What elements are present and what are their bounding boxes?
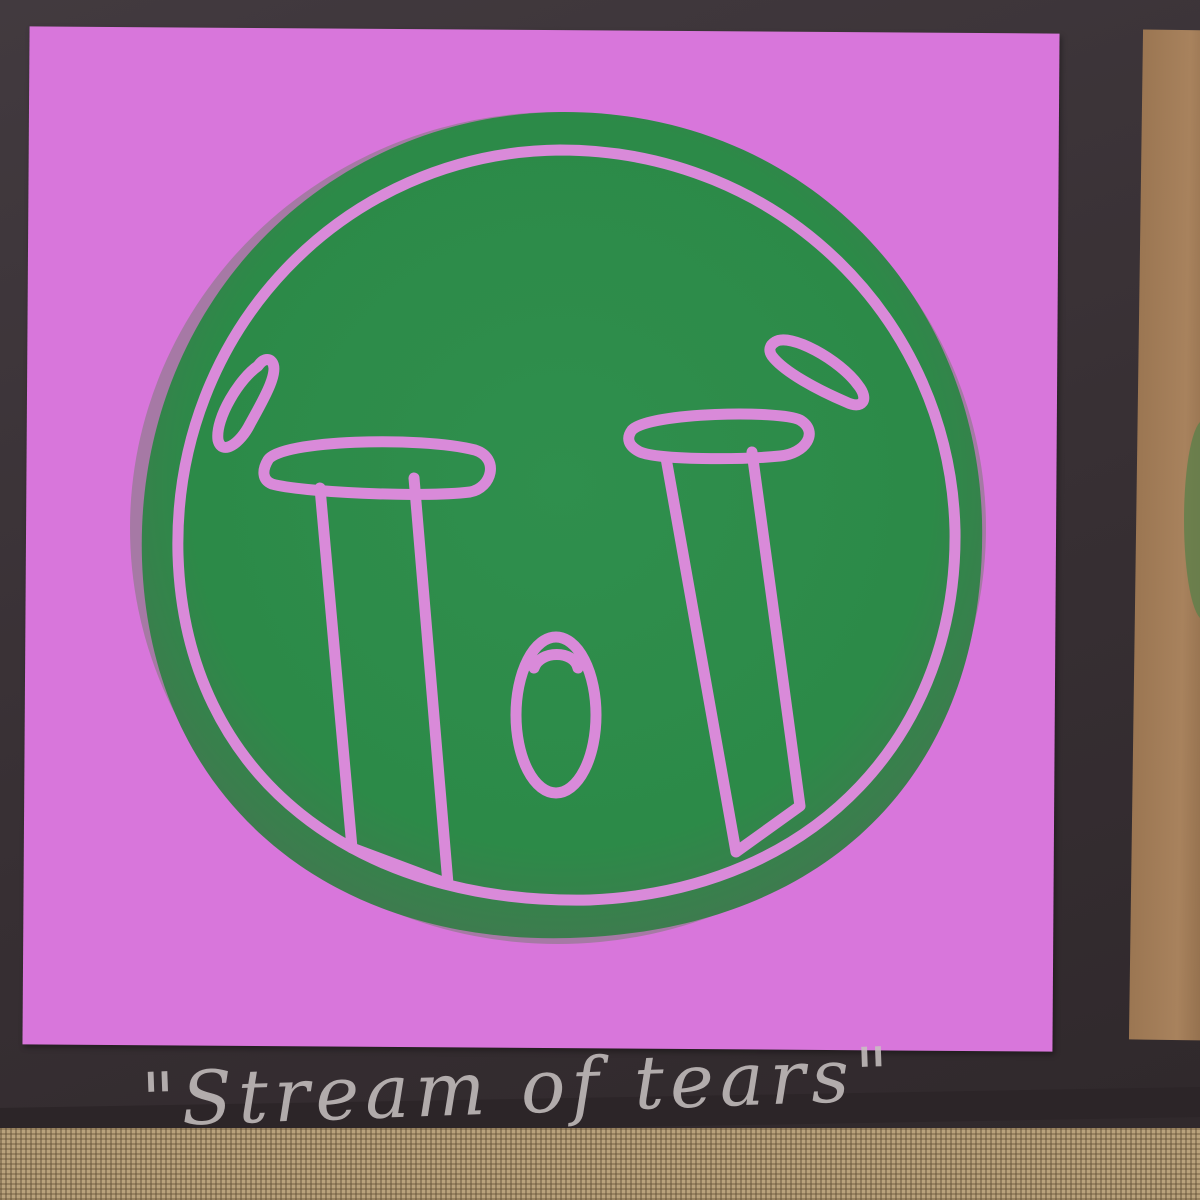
crying-face-print	[130, 111, 986, 944]
green-ink-disc	[141, 111, 983, 939]
photo-scene: "Stream of tears"	[0, 0, 1200, 1200]
